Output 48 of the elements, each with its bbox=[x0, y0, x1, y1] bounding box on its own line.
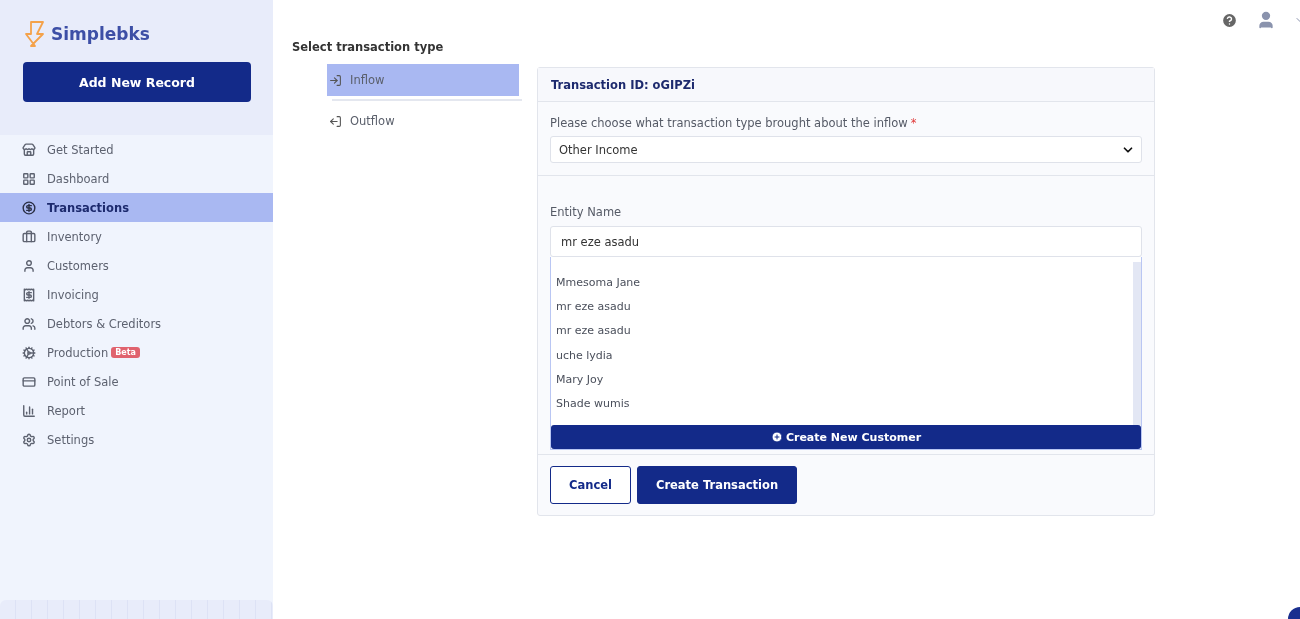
sidebar-item[interactable]: Invoicing bbox=[0, 280, 273, 309]
plus-circle-icon bbox=[770, 431, 783, 443]
suggestion-item[interactable]: Mmesoma Jane bbox=[556, 270, 1133, 295]
suggestion-item[interactable]: mr eze asadu bbox=[556, 294, 1133, 319]
help-icon[interactable] bbox=[1221, 11, 1238, 29]
field-label: Entity Name bbox=[550, 205, 623, 219]
card-icon bbox=[22, 374, 36, 389]
user-icon bbox=[22, 258, 36, 273]
transaction-type-select[interactable]: Other Income bbox=[550, 136, 1142, 164]
add-record-button[interactable]: Add New Record bbox=[23, 62, 251, 102]
transaction-type-option[interactable]: Outflow bbox=[327, 105, 519, 137]
suggestion-item[interactable]: uche lydia bbox=[556, 342, 1133, 368]
store-icon bbox=[22, 142, 36, 157]
create-customer-button[interactable]: Create New Customer bbox=[551, 425, 1141, 449]
sidebar-item[interactable]: Inventory bbox=[0, 222, 273, 251]
sidebar-item[interactable]: Dashboard bbox=[0, 164, 273, 193]
sidebar-item[interactable]: Settings bbox=[0, 425, 273, 454]
create-transaction-button[interactable]: Create Transaction bbox=[636, 466, 798, 504]
settings-icon bbox=[22, 432, 36, 447]
receipt-icon bbox=[22, 287, 36, 302]
scrollbar[interactable] bbox=[1133, 262, 1141, 425]
sign-in-icon bbox=[329, 73, 342, 87]
sidebar-item[interactable]: Transactions bbox=[0, 193, 273, 222]
sidebar-item[interactable]: Report bbox=[0, 396, 273, 425]
suggestion-item[interactable]: mr eze asadu bbox=[556, 318, 1133, 343]
suggestion-item[interactable]: Shade wumis bbox=[556, 391, 1133, 416]
logo-icon bbox=[23, 21, 45, 47]
sidebar-item[interactable]: Production Beta bbox=[0, 338, 273, 367]
user-icon[interactable] bbox=[1256, 10, 1276, 30]
transaction-id: Transaction ID: oGIPZi bbox=[538, 68, 1154, 103]
brand-name: Simplebks bbox=[51, 24, 150, 44]
sidebar-item[interactable]: Get Started bbox=[0, 135, 273, 164]
gear-icon bbox=[22, 345, 36, 360]
sidebar-item[interactable]: Customers bbox=[0, 251, 273, 280]
people-icon bbox=[22, 316, 36, 331]
sidebar-item[interactable]: Debtors & Creditors bbox=[0, 309, 273, 338]
beta-badge: Beta bbox=[111, 347, 140, 358]
bar-chart-icon bbox=[22, 403, 36, 418]
briefcase-icon bbox=[22, 229, 36, 244]
entity-name-input[interactable]: mr eze asadu bbox=[550, 226, 1142, 257]
cancel-button[interactable]: Cancel bbox=[550, 466, 631, 504]
dashboard-icon bbox=[22, 171, 36, 186]
dollar-circle-icon bbox=[22, 200, 36, 215]
sign-out-icon bbox=[329, 114, 342, 128]
field-label: Please choose what transaction type brought about the inflow * bbox=[550, 116, 918, 131]
section-title: Select transaction type bbox=[292, 40, 445, 54]
sidebar-item[interactable]: Point of Sale bbox=[0, 367, 273, 396]
suggestion-item[interactable]: Mary Joy bbox=[556, 367, 1133, 392]
